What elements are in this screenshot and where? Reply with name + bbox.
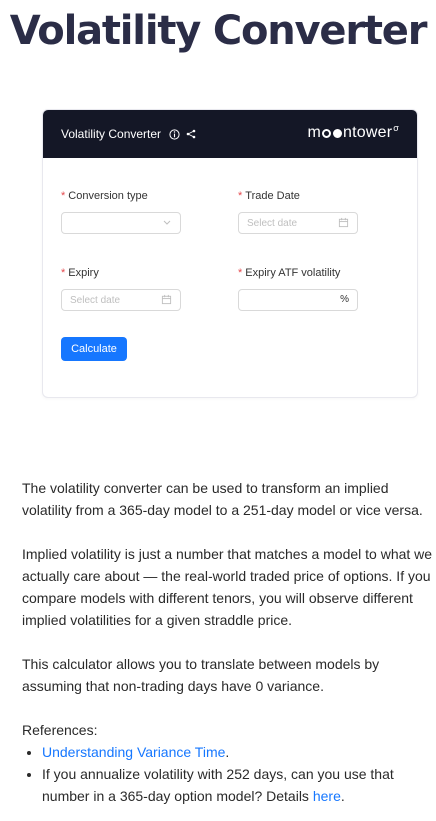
page-title: Volatility Converter bbox=[9, 8, 428, 54]
logo-ring bbox=[322, 129, 331, 138]
expiry-label: * Expiry bbox=[61, 267, 99, 279]
implied-vol-paragraph: Implied volatility is just a number that… bbox=[22, 546, 433, 628]
details-here-link[interactable]: here bbox=[313, 788, 341, 804]
references-label: References: bbox=[22, 722, 98, 738]
card-header: Volatility Converter m ntower σ bbox=[43, 110, 417, 158]
trade-date-label: * Trade Date bbox=[238, 190, 300, 202]
brand-logo: m ntower σ bbox=[307, 123, 399, 142]
conversion-type-label: * Conversion type bbox=[61, 190, 148, 202]
calculator-paragraph: This calculator allows you to translate … bbox=[22, 656, 380, 694]
expiry-date-picker[interactable]: Select date bbox=[61, 289, 181, 311]
calculate-button[interactable]: Calculate bbox=[61, 337, 127, 361]
chevron-down-icon bbox=[162, 217, 172, 230]
logo-dot bbox=[333, 129, 342, 138]
percent-suffix: % bbox=[340, 294, 349, 305]
converter-card: Volatility Converter m ntower σ * Conversio… bbox=[42, 109, 418, 398]
article: The volatility converter can be used to … bbox=[22, 477, 434, 807]
calendar-icon bbox=[338, 217, 349, 231]
expiry-atf-volatility-label: * Expiry ATF volatility bbox=[238, 267, 341, 279]
trade-date-picker[interactable]: Select date bbox=[238, 212, 358, 234]
intro-paragraph: The volatility converter can be used to … bbox=[22, 480, 423, 518]
references-list: Understanding Variance Time. If you annu… bbox=[22, 741, 434, 807]
understanding-variance-time-link[interactable]: Understanding Variance Time bbox=[42, 744, 225, 760]
expiry-atf-volatility-input[interactable]: % bbox=[238, 289, 358, 311]
list-item: If you annualize volatility with 252 day… bbox=[42, 763, 434, 807]
card-title: Volatility Converter bbox=[61, 127, 162, 141]
conversion-type-select[interactable] bbox=[61, 212, 181, 234]
share-icon[interactable] bbox=[186, 129, 196, 139]
list-item: Understanding Variance Time. bbox=[42, 741, 434, 763]
calendar-icon bbox=[161, 294, 172, 308]
info-icon[interactable] bbox=[169, 128, 180, 140]
